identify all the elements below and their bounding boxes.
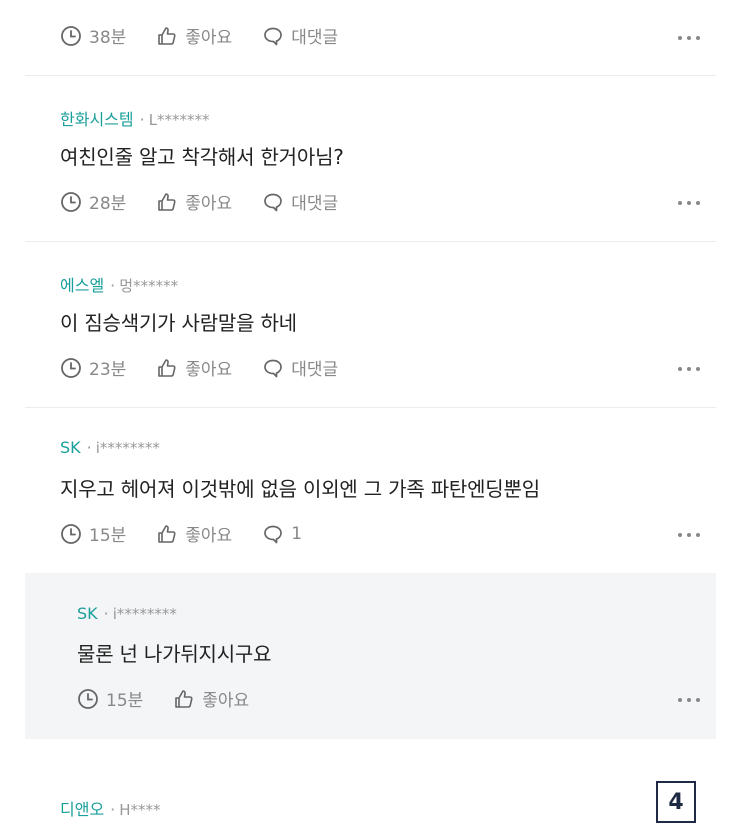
comment-meta: 한화시스템 · L******* [60,106,210,130]
clock-icon [61,191,81,212]
like-button[interactable]: 좋아요 [173,686,249,711]
separator: · [110,800,116,819]
more-dots-icon [678,36,682,40]
timestamp: 23분 [60,355,126,380]
separator: · [86,438,92,457]
thumbs-up-icon [158,358,176,377]
reply-button[interactable]: 대댓글 [262,355,338,380]
reply-button[interactable]: 대댓글 [262,189,338,214]
separator: · [103,604,109,623]
thumbs-up-icon [158,524,176,543]
page-number-badge: 4 [656,781,696,823]
clock-icon [61,25,81,46]
like-button[interactable]: 좋아요 [156,521,232,546]
more-dots-icon [678,533,682,537]
comment-divider [25,75,716,76]
thumbs-up-icon [158,192,176,211]
timestamp: 28분 [60,189,126,214]
comment-meta: SK · i******** [60,438,160,457]
comment-divider [25,241,716,242]
timestamp: 15분 [77,686,143,711]
comment-actions: 28분 좋아요 대댓글 [60,189,368,214]
speech-bubble-icon [264,27,283,45]
comment-actions: 38분 좋아요 대댓글 [60,23,368,48]
reply-count-button[interactable]: 1 [262,523,302,545]
user-id: 멍****** [119,277,179,295]
timestamp: 15분 [60,521,126,546]
more-options-button[interactable] [678,198,700,208]
reply-button[interactable]: 대댓글 [262,23,338,48]
speech-bubble-icon [264,193,283,211]
clock-icon [61,523,81,544]
user-id: i******** [95,439,160,457]
more-options-button[interactable] [678,33,700,43]
user-id: L******* [148,111,210,129]
speech-bubble-icon [264,359,283,377]
separator: · [139,110,145,129]
separator: · [110,276,116,295]
comment-meta: 에스엘 · 멍****** [60,272,178,296]
author-name[interactable]: 디앤오 [60,800,104,819]
timestamp: 38분 [60,23,126,48]
author-name[interactable]: 한화시스템 [60,110,134,129]
clock-icon [61,357,81,378]
comment-text: 지우고 헤어져 이것밖에 없음 이외엔 그 가족 파탄엔딩뿐임 [60,477,540,501]
user-id: i******** [112,605,177,623]
more-options-button[interactable] [678,695,700,705]
thumbs-up-icon [175,689,193,708]
comment-actions: 15분 좋아요 [77,686,279,711]
comment-text: 이 짐승색기가 사람말을 하네 [60,311,297,335]
more-dots-icon [678,698,682,702]
comment-meta: 디앤오 · H**** [60,796,161,820]
user-id: H**** [119,801,161,819]
clock-icon [78,688,98,709]
comment-actions: 15분 좋아요 1 [60,521,332,546]
comment-text: 여친인줄 알고 착각해서 한거아님? [60,145,344,169]
comment-meta: SK · i******** [77,604,177,623]
more-dots-icon [678,367,682,371]
more-dots-icon [678,201,682,205]
author-name[interactable]: SK [77,604,98,623]
more-options-button[interactable] [678,364,700,374]
author-name[interactable]: SK [60,438,81,457]
author-name[interactable]: 에스엘 [60,276,104,295]
speech-bubble-icon [264,525,283,543]
comment-divider [25,407,716,408]
thumbs-up-icon [158,26,176,45]
like-button[interactable]: 좋아요 [156,23,232,48]
comment-text: 물론 넌 나가뒤지시구요 [77,642,272,666]
like-button[interactable]: 좋아요 [156,355,232,380]
more-options-button[interactable] [678,530,700,540]
comment-actions: 23분 좋아요 대댓글 [60,355,368,380]
like-button[interactable]: 좋아요 [156,189,232,214]
